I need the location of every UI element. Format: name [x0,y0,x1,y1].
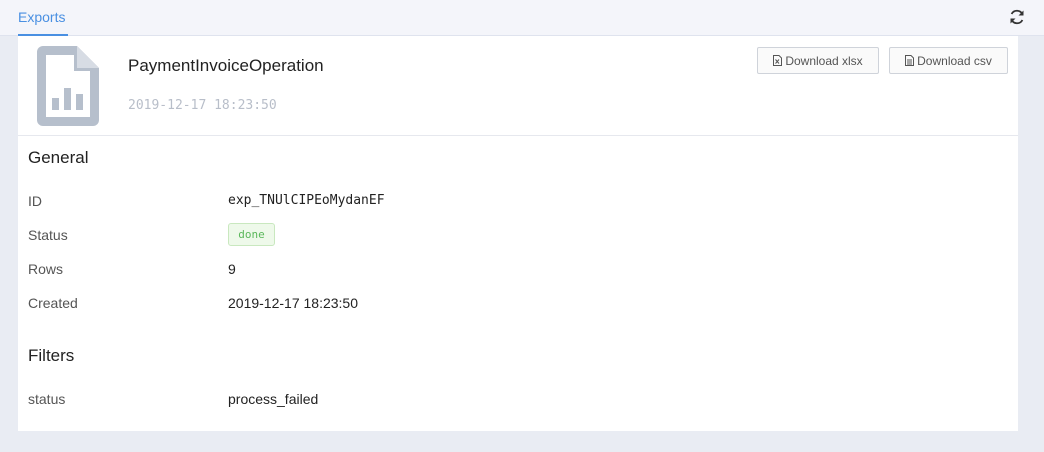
file-text-icon [905,55,915,66]
export-timestamp: 2019-12-17 18:23:50 [128,98,277,113]
status-label: Status [28,227,68,243]
document-chart-icon [37,46,99,126]
download-csv-label: Download csv [917,53,992,68]
download-xlsx-label: Download xlsx [785,53,863,68]
file-excel-icon [773,55,783,66]
filters-heading: Filters [28,346,75,365]
export-detail-panel: PaymentInvoiceOperation 2019-12-17 18:23… [18,36,1018,431]
download-xlsx-button[interactable]: Download xlsx [757,47,879,74]
general-heading: General [28,148,89,167]
status-badge: done [228,223,275,246]
filter-value: process_failed [228,391,319,407]
created-label: Created [28,295,78,311]
id-label: ID [28,193,42,209]
created-value: 2019-12-17 18:23:50 [228,295,358,311]
filter-label: status [28,391,66,407]
top-bar: Exports [0,0,1044,36]
download-csv-button[interactable]: Download csv [889,47,1008,74]
export-header: PaymentInvoiceOperation 2019-12-17 18:23… [18,36,1018,136]
export-title: PaymentInvoiceOperation [128,56,324,75]
rows-value: 9 [228,261,236,277]
tab-exports[interactable]: Exports [18,0,68,36]
id-value: exp_TNUlCIPEoMydanEF [228,193,385,208]
rows-label: Rows [28,261,64,277]
refresh-icon[interactable] [1008,8,1026,26]
